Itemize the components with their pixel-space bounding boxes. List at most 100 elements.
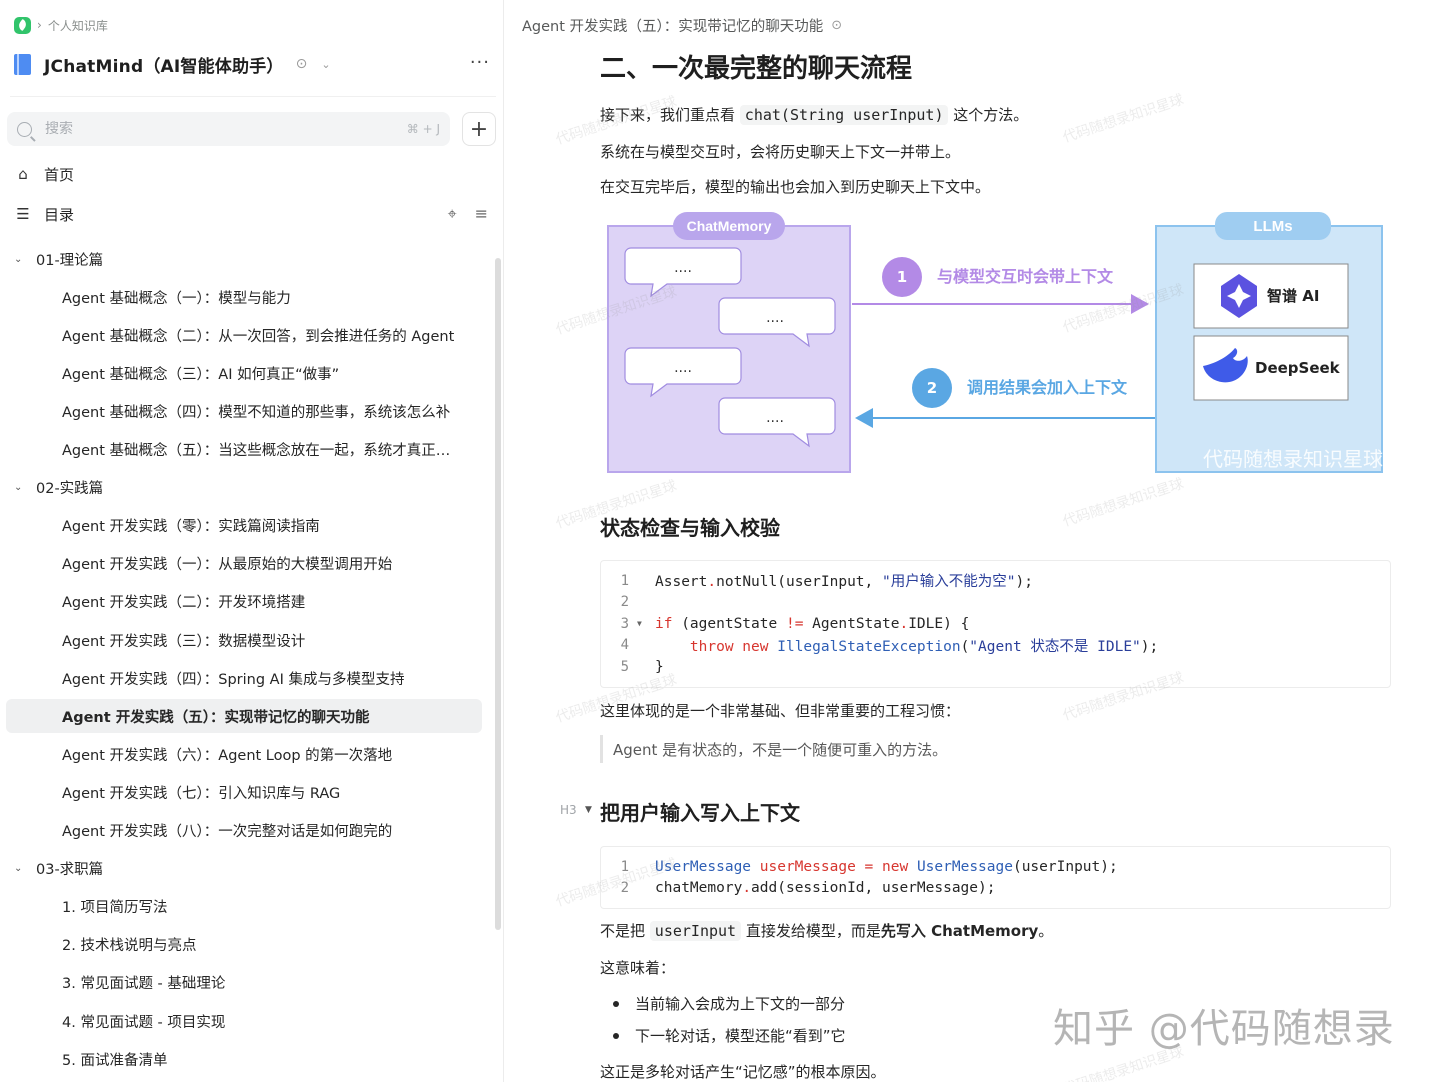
tree-group[interactable]: ⌄ 03-求职篇 <box>6 852 482 886</box>
paragraph: 不是把 userInput 直接发给模型，而是先写入 ChatMemory。 <box>600 920 1053 941</box>
tree-item-label: Agent 开发实践（一）：从最原始的大模型调用开始 <box>62 557 393 574</box>
tree-item-label: 03-求职篇 <box>36 862 104 879</box>
tree-item-label: Agent 开发实践（零）：实践篇阅读指南 <box>62 519 320 536</box>
paragraph: 这意味着： <box>600 959 676 977</box>
app-logo-icon[interactable] <box>14 16 31 34</box>
tree-item-label: Agent 基础概念（三）：AI 如何真正“做事” <box>62 366 340 383</box>
step1-label: 与模型交互时会带上下文 <box>937 267 1114 286</box>
tree-item[interactable]: Agent 基础概念（三）：AI 如何真正“做事” <box>6 356 482 390</box>
document-area: Agent 开发实践（五）：实现带记忆的聊天功能 ⊙ 二、一次最完整的聊天流程 … <box>505 0 1440 1082</box>
heading-level-tag[interactable]: H3 <box>560 803 577 817</box>
chevron-down-icon[interactable]: ⌄ <box>14 482 26 493</box>
code-line: 5} <box>620 658 664 675</box>
bold-text: 先写入 ChatMemory <box>880 922 1039 940</box>
tree-item[interactable]: 4. 常见面试题 - 项目实现 <box>6 1004 482 1038</box>
section-heading: 二、一次最完整的聊天流程 <box>600 54 913 84</box>
doc-title: Agent 开发实践（五）：实现带记忆的聊天功能 <box>522 18 824 35</box>
model-zhipu-label: 智谱 AI <box>1267 287 1319 305</box>
watermark: 代码随想录知识星球 <box>1060 475 1186 531</box>
plus-icon: + <box>469 116 489 142</box>
quote-text: Agent 是有状态的，不是一个随便可重入的方法。 <box>613 740 948 759</box>
paragraph: 这正是多轮对话产生“记忆感”的根本原因。 <box>600 1063 886 1081</box>
tree-item[interactable]: Agent 基础概念（五）：当这些概念放在一起，系统才真正… <box>6 433 482 467</box>
tree-item[interactable]: Agent 开发实践（五）：实现带记忆的聊天功能 <box>6 699 482 734</box>
text: 直接发给模型，而是 <box>745 922 881 940</box>
search-box[interactable]: ⌘ + J <box>7 112 450 146</box>
tree-item-label: Agent 基础概念（一）：模型与能力 <box>62 290 291 307</box>
tree-item[interactable]: 2. 技术栈说明与亮点 <box>6 928 482 962</box>
tree-item-label: Agent 开发实践（五）：实现带记忆的聊天功能 <box>62 709 370 726</box>
inline-code: userInput <box>649 921 742 941</box>
tree-item[interactable]: Agent 开发实践（八）：一次完整对话是如何跑完的 <box>6 814 482 848</box>
tree-group[interactable]: ⌄ 01-理论篇 <box>6 242 482 276</box>
zhihu-watermark: 知乎 @代码随想录 <box>1053 1006 1395 1052</box>
tree-item-label: 4. 常见面试题 - 项目实现 <box>62 1014 226 1031</box>
tree-item[interactable]: 1. 项目简历写法 <box>6 890 482 924</box>
step1-number: 1 <box>897 268 907 286</box>
sidebar-scrollbar[interactable] <box>495 258 501 930</box>
tree-item[interactable]: 5. 面试准备清单 <box>6 1042 482 1076</box>
collapse-list-icon[interactable]: ≡ <box>475 204 488 224</box>
home-icon: ⌂ <box>18 165 28 183</box>
bubble-text: .... <box>766 310 784 326</box>
tree-item[interactable]: Agent 开发实践（一）：从最原始的大模型调用开始 <box>6 547 482 581</box>
tree-item[interactable]: Agent 基础概念（一）：模型与能力 <box>6 280 482 314</box>
bubble-text: .... <box>674 360 692 376</box>
chevron-down-icon[interactable]: ⌄ <box>321 58 330 71</box>
tree-item-label: 2. 技术栈说明与亮点 <box>62 938 197 955</box>
code-line: 1 Assert.notNull(userInput, "用户输入不能为空"); <box>620 572 1033 591</box>
blockquote: Agent 是有状态的，不是一个随便可重入的方法。 <box>600 735 947 763</box>
code-block[interactable]: 1 UserMessage userMessage = new UserMessa… <box>600 846 1391 909</box>
subsection-heading: 状态检查与输入校验 <box>600 516 780 540</box>
nav-toc-label: 目录 <box>44 205 75 224</box>
nav-toc[interactable]: ☰ 目录 ⌖ ≡ <box>14 198 496 230</box>
chevron-right-icon: › <box>37 18 42 32</box>
watermark: 代码随想录知识星球 <box>1060 91 1186 147</box>
tree-item[interactable]: 3. 常见面试题 - 基础理论 <box>6 966 482 1000</box>
breadcrumb: › 个人知识库 <box>14 16 108 34</box>
tree-item-label: 02-实践篇 <box>36 481 104 498</box>
code-block[interactable]: 1 Assert.notNull(userInput, "用户输入不能为空"); … <box>600 560 1391 688</box>
visibility-icon[interactable]: ⊙ <box>831 18 842 33</box>
tree-item-label: 01-理论篇 <box>36 252 104 269</box>
tree-item-label: Agent 基础概念（二）：从一次回答，到会推进任务的 Agent <box>62 328 455 345</box>
tree-item-label: Agent 开发实践（二）：开发环境搭建 <box>62 595 306 612</box>
visibility-icon[interactable]: ⊙ <box>296 56 308 72</box>
tree-item[interactable]: Agent 开发实践（六）：Agent Loop 的第一次落地 <box>6 737 482 771</box>
subsection-heading: 把用户输入写入上下文 <box>600 801 800 825</box>
search-input[interactable] <box>45 121 407 137</box>
tree-group[interactable]: ⌄ 02-实践篇 <box>6 471 482 505</box>
nav-home[interactable]: ⌂ 首页 <box>14 158 496 190</box>
text: 不是把 <box>600 922 646 940</box>
chevron-down-icon[interactable]: ⌄ <box>14 254 26 265</box>
tree-item[interactable]: Agent 开发实践（零）：实践篇阅读指南 <box>6 509 482 543</box>
tree-item[interactable]: Agent 基础概念（四）：模型不知道的那些事，系统该怎么补 <box>6 394 482 428</box>
tree-item[interactable]: Agent 基础概念（二）：从一次回答，到会推进任务的 Agent <box>6 318 482 352</box>
text: 这个方法。 <box>953 106 1029 124</box>
tree-item[interactable]: Agent 开发实践（二）：开发环境搭建 <box>6 585 482 619</box>
paragraph: 在交互完毕后，模型的输出也会加入到历史聊天上下文中。 <box>600 178 991 196</box>
tree-item-label: Agent 开发实践（八）：一次完整对话是如何跑完的 <box>62 824 393 840</box>
tree-item-label: 5. 面试准备清单 <box>62 1052 168 1069</box>
toc-icon: ☰ <box>16 205 30 223</box>
list-item: 当前输入会成为上下文的一部分 <box>613 993 845 1014</box>
knowledge-base-header: JChatMind（AI智能体助手） ⊙ ⌄ ··· <box>14 48 494 80</box>
tree-item[interactable]: Agent 开发实践（三）：数据模型设计 <box>6 623 482 657</box>
chat-memory-diagram: ChatMemory .... .... .... .... 1 与模型交互时会… <box>607 212 1383 473</box>
step2-label: 调用结果会加入上下文 <box>967 378 1128 397</box>
code-line: 4 throw new IllegalStateException("Agent… <box>620 637 1159 655</box>
tree-item-label: Agent 基础概念（五）：当这些概念放在一起，系统才真正… <box>62 443 451 459</box>
add-button[interactable]: + <box>462 112 496 146</box>
tree-item-label: Agent 开发实践（三）：数据模型设计 <box>62 633 306 650</box>
locate-icon[interactable]: ⌖ <box>448 204 457 224</box>
tree-item[interactable]: Agent 开发实践（四）：Spring AI 集成与多模型支持 <box>6 661 482 695</box>
tree-item[interactable]: Agent 开发实践（七）：引入知识库与 RAG <box>6 775 482 809</box>
chevron-down-icon[interactable]: ⌄ <box>14 863 26 874</box>
breadcrumb-knowledge-base[interactable]: 个人知识库 <box>48 17 108 34</box>
step2-number: 2 <box>927 379 937 397</box>
collapse-caret-icon[interactable]: ▼ <box>585 805 592 815</box>
tree-item-label: Agent 开发实践（四）：Spring AI 集成与多模型支持 <box>62 671 405 688</box>
knowledge-base-title[interactable]: JChatMind（AI智能体助手） <box>44 52 284 77</box>
list-item: 下一轮对话，模型还能“看到”它 <box>613 1025 846 1046</box>
more-options-icon[interactable]: ··· <box>470 52 490 73</box>
